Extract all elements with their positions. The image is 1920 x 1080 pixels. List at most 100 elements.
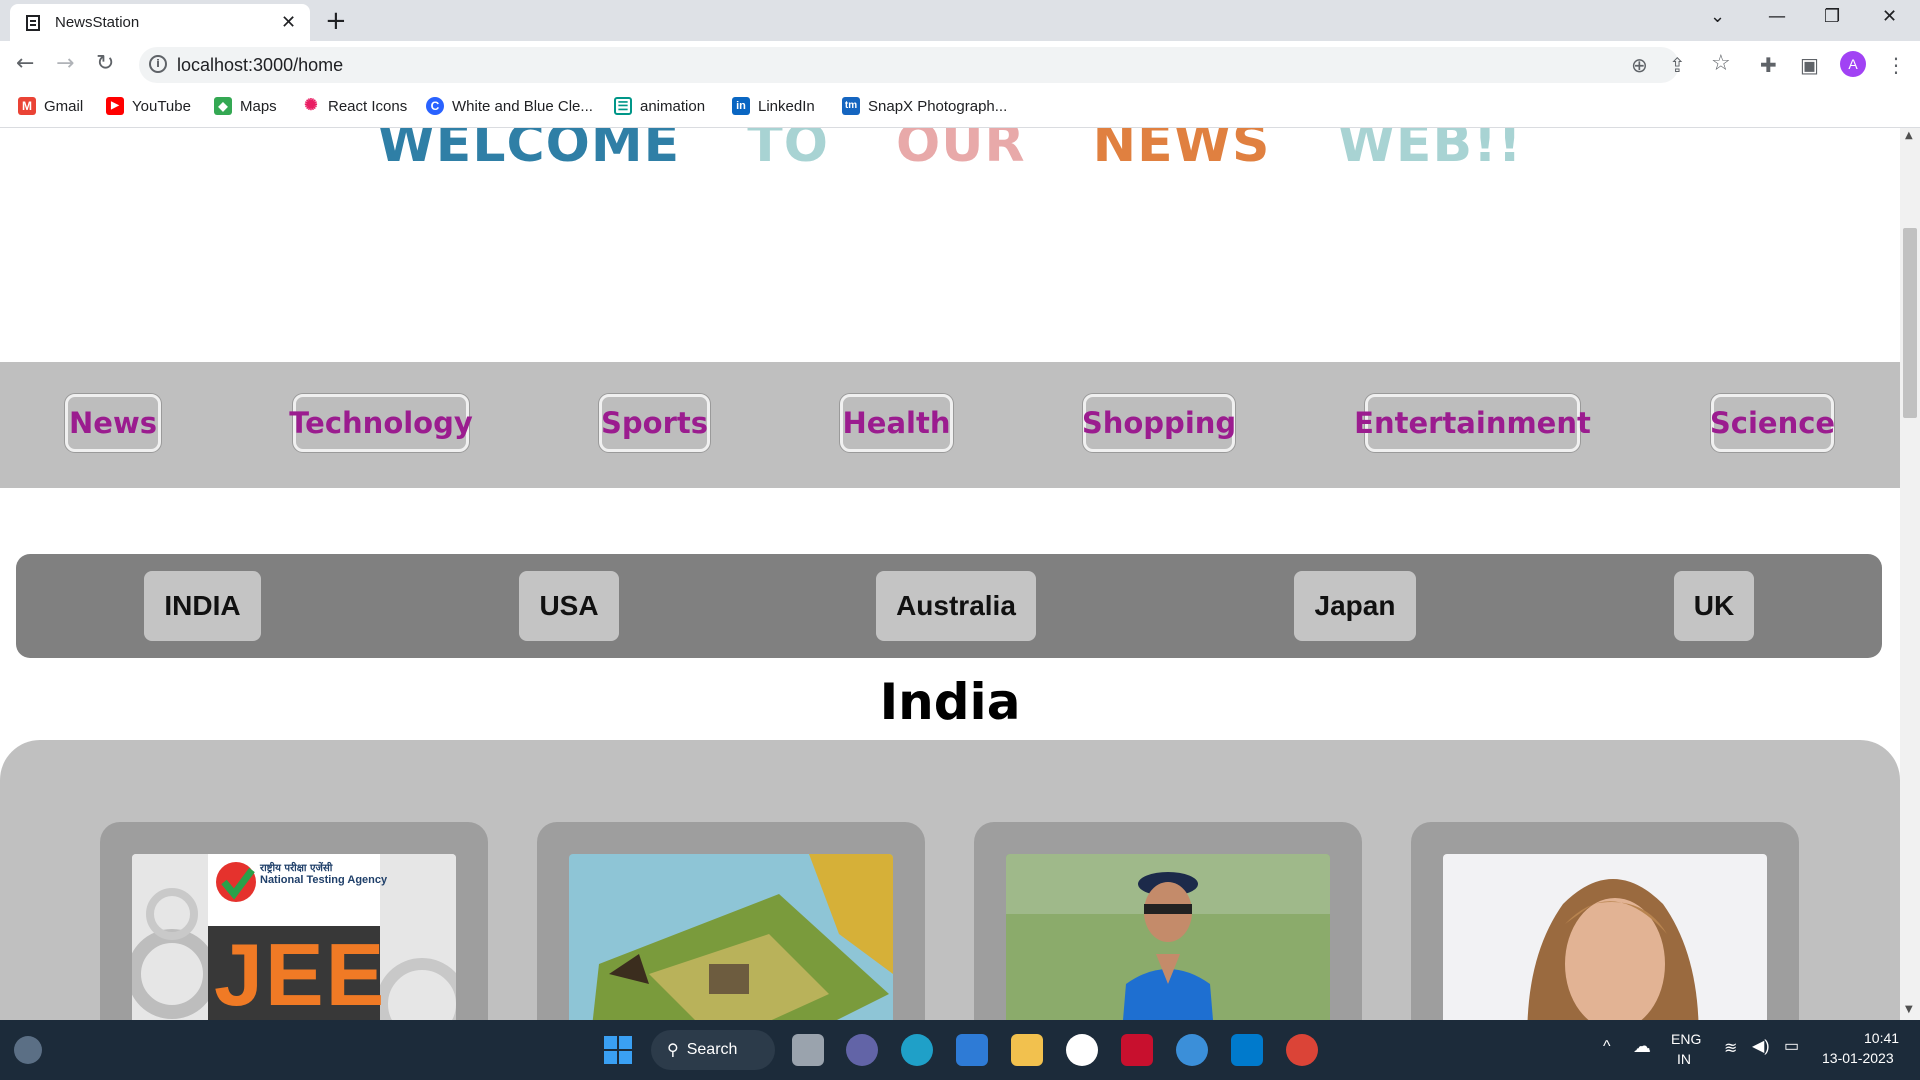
news-card[interactable]: राष्ट्रीय परीक्षा एजेंसी National Testin… (100, 822, 488, 1020)
youtube-icon: ▶ (106, 97, 124, 115)
clock-time[interactable]: 10:41 (1864, 1030, 1899, 1046)
windows-start-icon[interactable] (602, 1034, 634, 1066)
celebrity-image-graphic (1443, 854, 1767, 1020)
country-india[interactable]: INDIA (144, 571, 261, 641)
cricket-image-graphic (1006, 854, 1330, 1020)
extensions-icon[interactable]: ✚ (1760, 53, 1777, 77)
bookmark-linkedin[interactable]: in LinkedIn (732, 97, 815, 115)
bookmark-animation[interactable]: ☰ animation (614, 97, 705, 115)
scrollbar-thumb[interactable] (1903, 228, 1917, 418)
welcome-word: NEWS (1092, 128, 1271, 174)
bookmark-star-icon[interactable]: ☆ (1711, 51, 1731, 76)
windows-taskbar: ⚲ Search ^ ☁ ENG IN ≋ ◀) ▭ 10:41 13-01-2… (0, 1020, 1920, 1080)
address-bar[interactable]: i localhost:3000/home ⊕ ⇪ ☆ (139, 47, 1731, 83)
celebrity-news-image[interactable] (1443, 854, 1767, 1020)
language-top[interactable]: ENG (1671, 1031, 1701, 1047)
task-view-icon[interactable] (792, 1034, 824, 1066)
welcome-word: WELCOME (377, 128, 681, 174)
category-science[interactable]: Science (1710, 394, 1835, 452)
category-nav: News Technology Sports Health Shopping E… (0, 362, 1900, 488)
new-tab-icon[interactable]: + (325, 6, 347, 36)
bookmark-maps[interactable]: ◆ Maps (214, 97, 277, 115)
page-scrollbar[interactable]: ▲ ▼ (1900, 128, 1920, 1020)
tray-chevron-icon[interactable]: ^ (1603, 1038, 1611, 1056)
bookmark-gmail[interactable]: M Gmail (18, 97, 83, 115)
news-card[interactable] (1411, 822, 1799, 1020)
minimize-icon[interactable]: — (1768, 6, 1786, 27)
maps-icon: ◆ (214, 97, 232, 115)
game-image-graphic (569, 854, 893, 1020)
profile-avatar[interactable]: A (1840, 51, 1866, 77)
bookmark-canva[interactable]: C White and Blue Cle... (426, 97, 593, 115)
battery-icon[interactable]: ▭ (1784, 1036, 1799, 1056)
jee-news-image[interactable]: राष्ट्रीय परीक्षा एजेंसी National Testin… (132, 854, 456, 1020)
share-icon[interactable]: ⇪ (1669, 53, 1686, 77)
help-icon[interactable] (1176, 1034, 1208, 1066)
country-title: India (879, 673, 1021, 731)
jee-agency-text: National Testing Agency (260, 874, 388, 886)
close-tab-icon[interactable]: ✕ (281, 12, 296, 33)
clock-date[interactable]: 13-01-2023 (1822, 1050, 1894, 1066)
url-text[interactable]: localhost:3000/home (177, 55, 343, 76)
category-health[interactable]: Health (840, 394, 953, 452)
search-icon: ⚲ (667, 1042, 679, 1059)
teams-icon[interactable] (846, 1034, 878, 1066)
country-nav: INDIA USA Australia Japan UK (16, 554, 1882, 658)
reload-icon[interactable]: ↻ (96, 51, 114, 76)
onedrive-icon[interactable]: ☁ (1633, 1036, 1651, 1057)
language-bottom[interactable]: IN (1677, 1051, 1691, 1067)
chrome-icon[interactable] (1286, 1034, 1318, 1066)
scroll-down-icon[interactable]: ▼ (1905, 1004, 1913, 1015)
edge-icon[interactable] (901, 1034, 933, 1066)
country-uk[interactable]: UK (1674, 571, 1754, 641)
tab-strip: NewsStation ✕ + ⌄ — ❐ ✕ (0, 0, 1920, 41)
linkedin-icon: in (732, 97, 750, 115)
canva-icon: C (426, 97, 444, 115)
scroll-up-icon[interactable]: ▲ (1905, 130, 1913, 141)
side-panel-icon[interactable]: ▣ (1800, 53, 1819, 77)
weather-icon[interactable] (14, 1036, 42, 1064)
gmail-icon: M (18, 97, 36, 115)
category-technology[interactable]: Technology (289, 394, 473, 452)
tab-search-icon[interactable]: ⌄ (1710, 6, 1725, 27)
vscode-icon[interactable] (1231, 1034, 1263, 1066)
active-tab[interactable]: NewsStation ✕ (10, 4, 310, 41)
bookmark-react-icons[interactable]: ✺ React Icons (302, 97, 407, 115)
welcome-word: TO (747, 128, 829, 174)
category-news[interactable]: News (65, 394, 161, 452)
animation-icon: ☰ (614, 97, 632, 115)
volume-icon[interactable]: ◀) (1752, 1036, 1770, 1056)
category-entertainment[interactable]: Entertainment (1354, 394, 1591, 452)
category-shopping[interactable]: Shopping (1082, 394, 1236, 452)
store-icon[interactable] (956, 1034, 988, 1066)
cricket-news-image[interactable] (1006, 854, 1330, 1020)
zoom-icon[interactable]: ⊕ (1631, 53, 1648, 77)
welcome-word: OUR (896, 128, 1026, 174)
category-sports[interactable]: Sports (599, 394, 710, 452)
bookmark-snapx[interactable]: tm SnapX Photograph... (842, 97, 1007, 115)
menu-kebab-icon[interactable]: ⋮ (1886, 53, 1906, 77)
site-info-icon[interactable]: i (149, 55, 167, 73)
country-usa[interactable]: USA (519, 571, 619, 641)
bookmarks-bar: M Gmail ▶ YouTube ◆ Maps ✺ React Icons C… (0, 89, 1920, 128)
welcome-word: WEB!! (1337, 128, 1523, 174)
welcome-heading: WELCOME TO OUR NEWS WEB!! (0, 128, 1900, 174)
country-australia[interactable]: Australia (876, 571, 1036, 641)
game-news-image[interactable] (569, 854, 893, 1020)
news-card[interactable] (974, 822, 1362, 1020)
snapx-icon: tm (842, 97, 860, 115)
forward-icon[interactable]: → (56, 51, 74, 76)
page-viewport: WELCOME TO OUR NEWS WEB!! News Technolog… (0, 128, 1900, 1020)
back-icon[interactable]: ← (16, 51, 34, 76)
taskbar-search[interactable]: ⚲ Search (651, 1030, 775, 1070)
country-japan[interactable]: Japan (1294, 571, 1416, 641)
browser-toolbar: ← → ↻ i localhost:3000/home ⊕ ⇪ ☆ ✚ ▣ A … (0, 41, 1920, 89)
close-window-icon[interactable]: ✕ (1882, 6, 1897, 27)
file-explorer-icon[interactable] (1011, 1034, 1043, 1066)
news-card[interactable] (537, 822, 925, 1020)
wifi-icon[interactable]: ≋ (1724, 1038, 1737, 1058)
app-icon[interactable] (1066, 1034, 1098, 1066)
mcafee-icon[interactable] (1121, 1034, 1153, 1066)
restore-icon[interactable]: ❐ (1824, 6, 1840, 27)
bookmark-youtube[interactable]: ▶ YouTube (106, 97, 191, 115)
